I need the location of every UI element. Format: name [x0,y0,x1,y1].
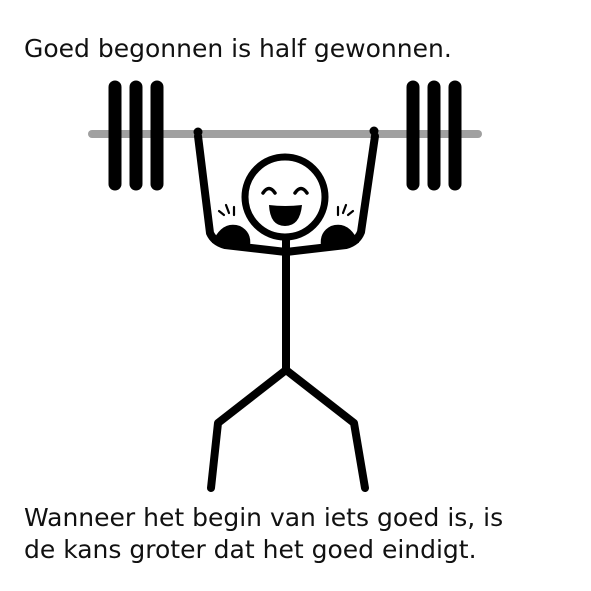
explanation-line-1: Wanneer het begin van iets goed is, is [24,503,504,532]
explanation-line-2: de kans groter dat het goed eindigt. [24,535,477,564]
legs [207,366,369,492]
proverb-explanation: Wanneer het begin van iets goed is, is d… [24,502,584,566]
right-weight-plates [406,80,462,191]
left-weight-plates [108,80,164,191]
